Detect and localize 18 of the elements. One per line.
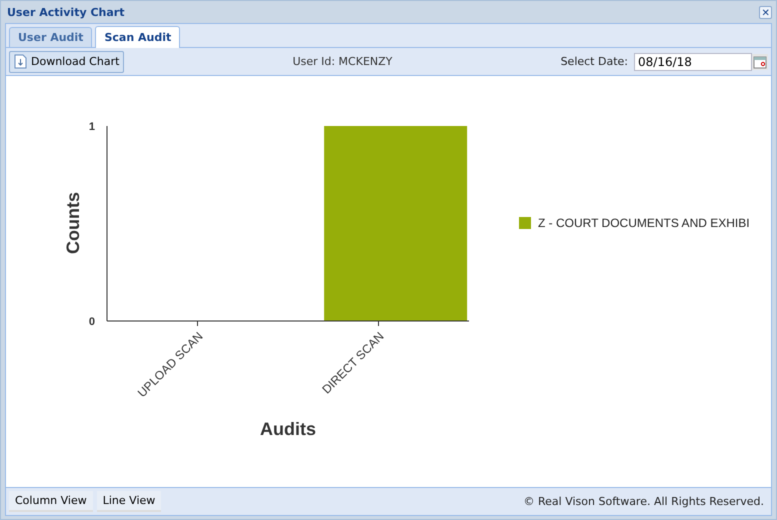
x-axis-title: Audits (260, 419, 316, 439)
tab[interactable]: Scan Audit (95, 26, 180, 48)
user-id-label: User Id: MCKENZY (292, 55, 394, 68)
select-date-label: Select Date: (560, 55, 628, 68)
download-icon (14, 54, 27, 69)
window-title: User Activity Chart (7, 6, 124, 18)
view-button[interactable]: Line View (96, 491, 162, 512)
calendar-icon[interactable] (752, 54, 768, 70)
close-button[interactable]: ✕ (759, 6, 772, 18)
copyright-text: © Real Vison Software. All Rights Reserved. (524, 495, 764, 508)
y-tick-label: 0 (88, 316, 95, 328)
date-field[interactable]: 08/16/18 (634, 52, 752, 70)
y-axis-title: Counts (63, 192, 83, 254)
tab[interactable]: User Audit (9, 27, 92, 47)
legend-label: Z - COURT DOCUMENTS AND EXHIBI (538, 216, 750, 230)
view-button[interactable]: Column View (9, 491, 93, 512)
y-tick-label: 1 (88, 121, 95, 133)
download-chart-button[interactable]: Download Chart (9, 50, 124, 72)
